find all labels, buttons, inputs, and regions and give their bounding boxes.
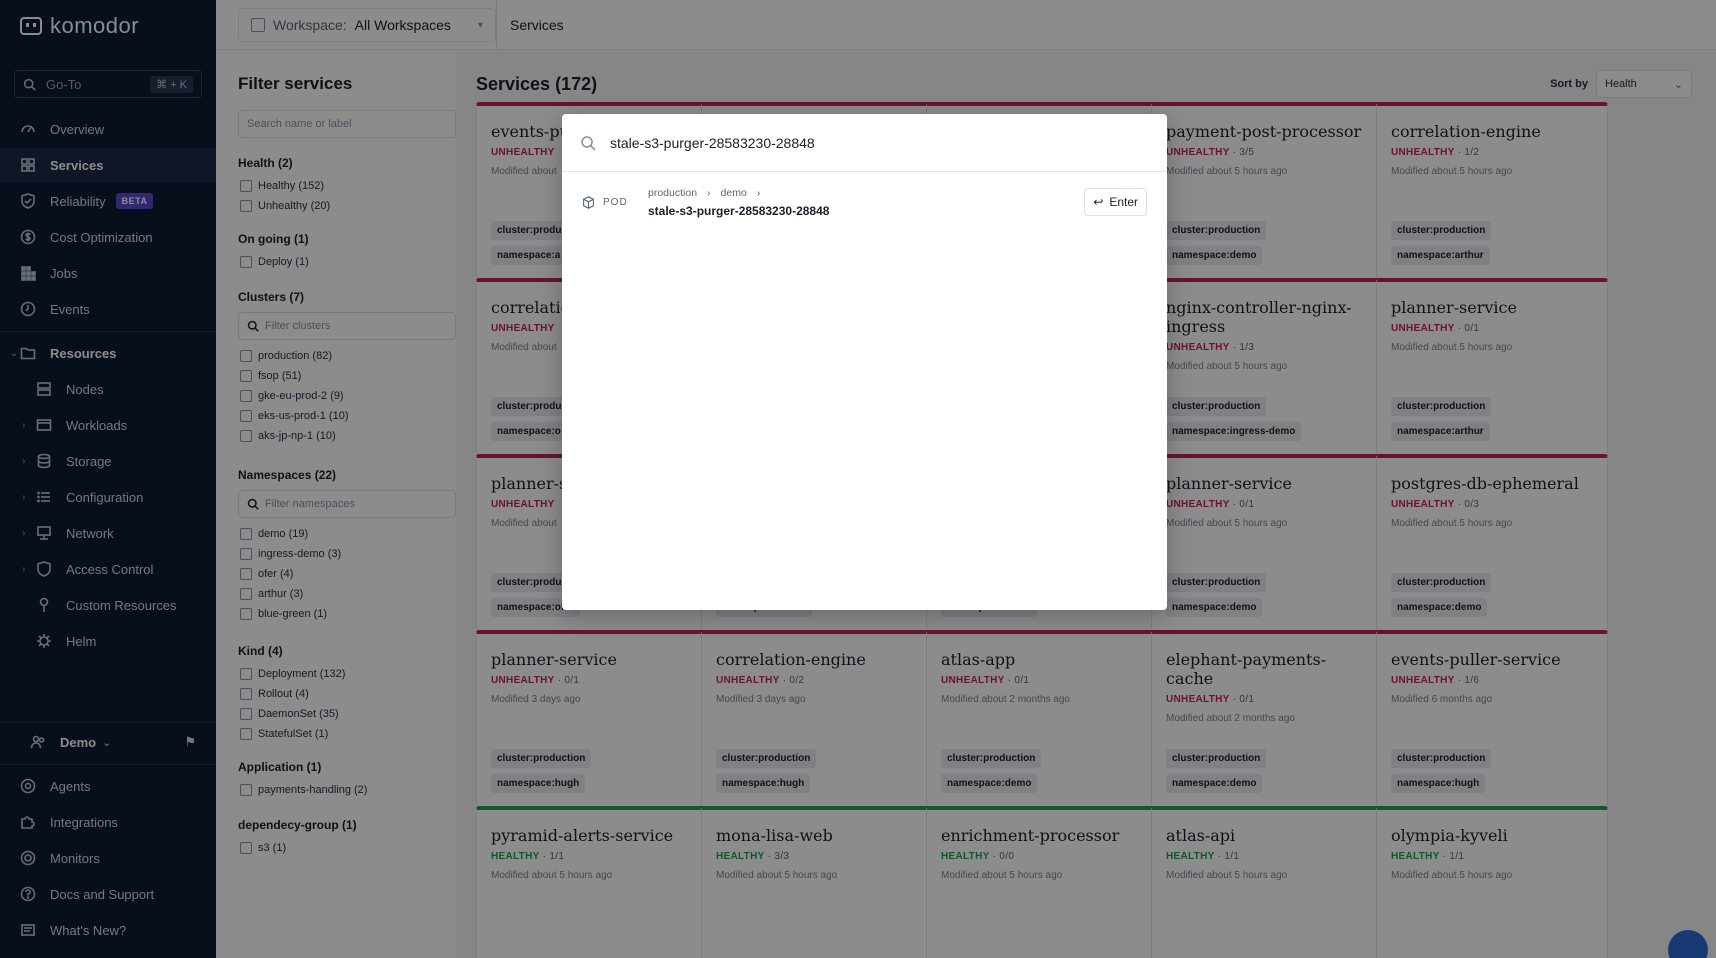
result-kind-label: POD bbox=[603, 196, 628, 208]
search-result-item[interactable]: POD production › demo › stale-s3-purger-… bbox=[562, 172, 1167, 232]
goto-modal: POD production › demo › stale-s3-purger-… bbox=[562, 114, 1167, 610]
result-path: production › demo › bbox=[648, 187, 829, 199]
result-name: stale-s3-purger-28583230-28848 bbox=[648, 203, 830, 218]
cube-icon bbox=[583, 195, 594, 209]
modal-search-bar bbox=[562, 114, 1167, 172]
result-kind: POD bbox=[582, 195, 648, 209]
chevron-right-icon: › bbox=[707, 186, 711, 199]
modal-search-input[interactable] bbox=[610, 134, 1130, 151]
result-path-cluster: production bbox=[648, 186, 698, 199]
result-path-namespace: demo bbox=[720, 186, 747, 199]
chevron-right-icon: › bbox=[756, 186, 761, 199]
enter-label: Enter bbox=[1109, 195, 1138, 209]
search-icon bbox=[581, 135, 596, 151]
return-icon: ↩ bbox=[1093, 195, 1104, 209]
enter-button[interactable]: ↩ Enter bbox=[1084, 188, 1147, 216]
result-details: production › demo › stale-s3-purger-2858… bbox=[648, 187, 829, 218]
